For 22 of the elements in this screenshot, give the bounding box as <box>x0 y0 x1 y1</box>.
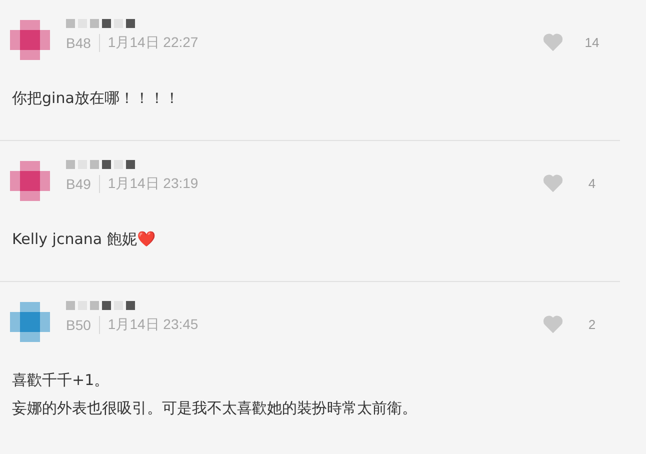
comment-date: 1月14日 22:27 <box>108 34 198 52</box>
floor-number: B49 <box>66 176 91 192</box>
like-button[interactable] <box>542 314 564 334</box>
heart-icon <box>542 173 564 193</box>
heart-icon <box>542 314 564 334</box>
floor-number: B50 <box>66 317 91 333</box>
comment-text: 妄娜的外表也很吸引。可是我不太喜歡她的裝扮時常太前衛。 <box>12 398 418 419</box>
like-button[interactable] <box>542 32 564 52</box>
comment-text: 你把gina放在哪！！！！ <box>12 88 180 109</box>
like-count: 4 <box>587 176 597 191</box>
comment-text: 喜歡千千+1。 <box>12 370 110 391</box>
comment-date: 1月14日 23:45 <box>108 316 198 334</box>
comment-text: Kelly jcnana 飽妮❤ <box>12 229 157 250</box>
redacted-name <box>66 160 135 169</box>
heart-icon <box>542 32 564 52</box>
like-button[interactable] <box>542 173 564 193</box>
like-count: 2 <box>587 317 597 332</box>
like-count: 14 <box>584 35 600 50</box>
floor-number: B48 <box>66 35 91 51</box>
comment-date: 1月14日 23:19 <box>108 175 198 193</box>
redacted-name <box>66 19 135 28</box>
redacted-name <box>66 301 135 310</box>
